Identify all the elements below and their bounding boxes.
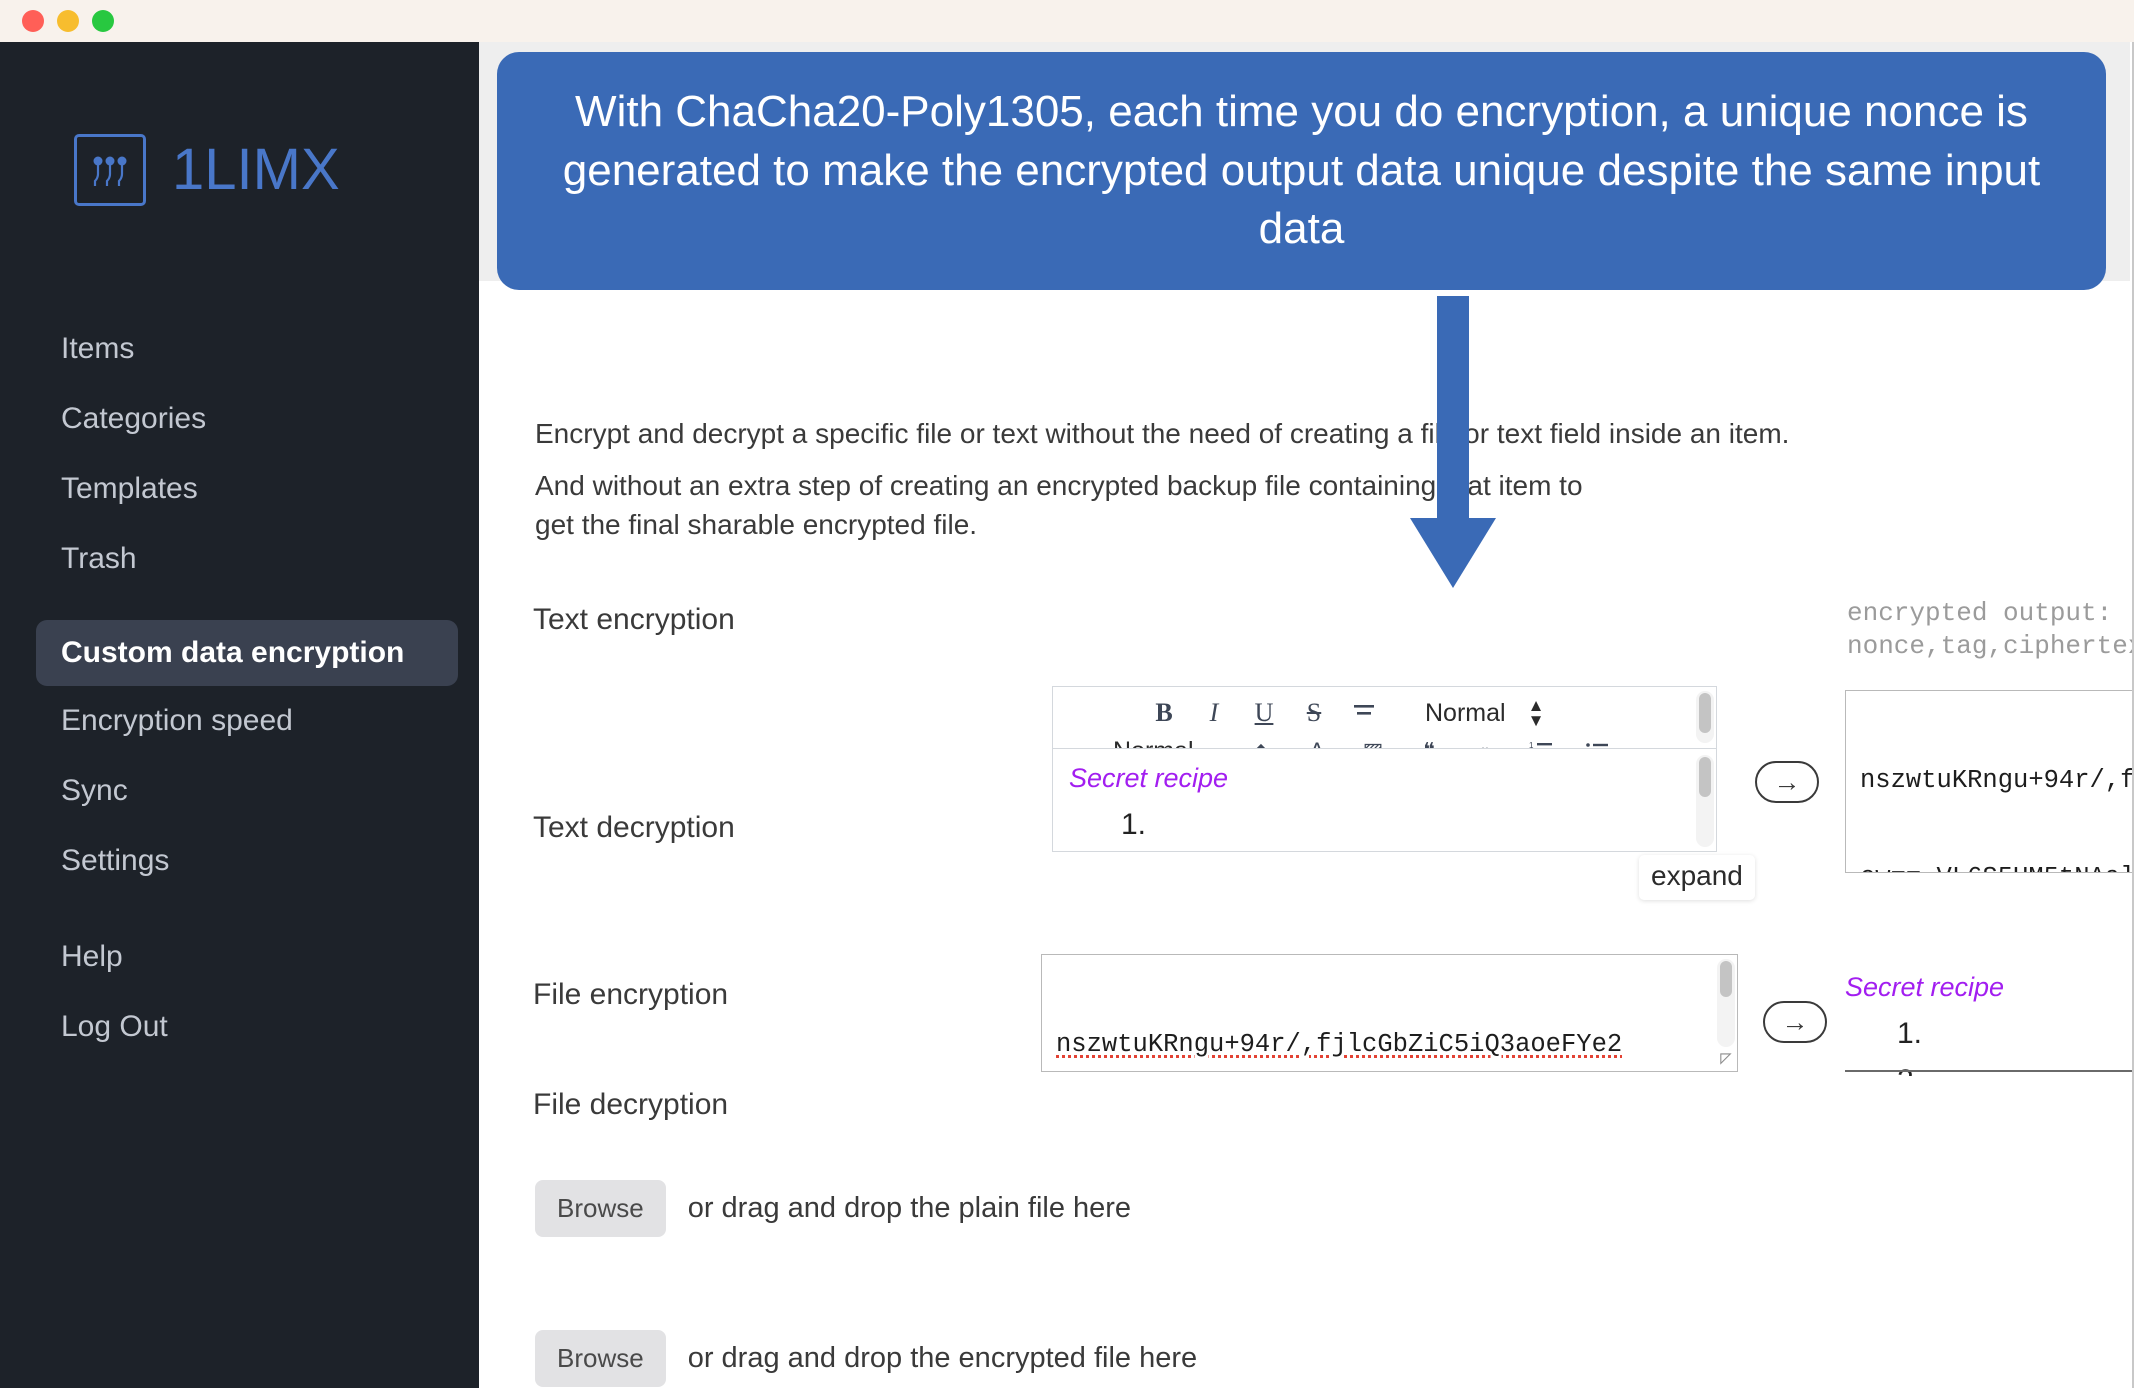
annotation-callout-banner: With ChaCha20-Poly1305, each time you do… <box>497 52 2106 290</box>
format-select-value: Normal <box>1425 698 1506 727</box>
sidebar-item-sync[interactable]: Sync <box>0 756 479 826</box>
decryption-output-divider <box>1845 1070 2132 1072</box>
bold-icon[interactable]: B <box>1139 700 1189 726</box>
ordered-list-icon[interactable]: 12 <box>1513 739 1569 749</box>
sidebar-item-label: Trash <box>61 542 137 575</box>
sidebar-item-trash[interactable]: Trash <box>0 524 479 594</box>
sidebar-item-label: Sync <box>61 774 128 807</box>
align-icon[interactable] <box>1339 700 1389 726</box>
circuit-square-icon <box>74 134 146 206</box>
resize-handle-icon[interactable]: ◹ <box>1716 1048 1736 1070</box>
file-decryption-hint: or drag and drop the encrypted file here <box>687 1342 1198 1374</box>
list-item: 2. <box>1897 1058 2132 1077</box>
sidebar-item-settings[interactable]: Settings <box>0 826 479 896</box>
sidebar-item-encryption-speed[interactable]: Encryption speed <box>0 686 479 756</box>
file-decryption-dropzone[interactable]: Browse or drag and drop the encrypted fi… <box>535 1330 1197 1387</box>
editor-content-scrollbar[interactable] <box>1696 755 1714 847</box>
decryption-output-title: Secret recipe <box>1845 972 2005 1002</box>
zoom-window-button[interactable] <box>92 10 114 32</box>
underline-icon[interactable]: U <box>1239 700 1289 726</box>
decryption-output-list: 1. 2. <box>1845 1011 2132 1077</box>
brand-name: 1LIMX <box>172 137 340 202</box>
text-encryption-editor[interactable]: B I U S Normal ▲▼ Normal ◆ A ▨ <box>1052 686 1717 852</box>
encrypt-arrow-button[interactable]: → <box>1755 761 1819 803</box>
sidebar-item-categories[interactable]: Categories <box>0 384 479 454</box>
chevron-updown-icon: ▲ ▼ <box>1527 695 1545 730</box>
sidebar-nav: Items Categories Templates Trash Custom … <box>0 314 479 1062</box>
sidebar-item-log-out[interactable]: Log Out <box>0 992 479 1062</box>
editor-content-list: 1. 2. <box>1069 802 1716 852</box>
format-select[interactable]: Normal ▲ ▼ <box>1425 695 1545 730</box>
blockquote-icon[interactable]: ❝ <box>1401 740 1457 749</box>
code-icon[interactable]: ‹› <box>1457 740 1513 749</box>
sidebar-item-help[interactable]: Help <box>0 922 479 992</box>
sidebar-item-label: Settings <box>61 844 170 877</box>
list-item: 1. <box>1121 808 1147 841</box>
color-fill-icon[interactable]: ◆ <box>1233 740 1289 749</box>
decryption-output-area[interactable]: Secret recipe 1. 2. <box>1845 972 2132 1077</box>
section-title-file-encryption: File encryption <box>533 978 729 1011</box>
bullet-list-icon[interactable] <box>1569 739 1625 748</box>
description-line-1: Encrypt and decrypt a specific file or t… <box>535 418 1790 449</box>
browse-encrypted-file-button[interactable]: Browse <box>535 1330 666 1387</box>
sidebar-item-templates[interactable]: Templates <box>0 454 479 524</box>
encrypted-output-textarea[interactable]: nszwtuKRngu+94r/,fjlcGbZiC5iQ3aoeFYe2 cw… <box>1845 690 2134 873</box>
format-label-secondary: Normal <box>1113 737 1233 749</box>
output-line: nszwtuKRngu+94r/,fjlcGbZiC5iQ3aoeFYe2 <box>1860 766 2134 796</box>
sidebar: 1LIMX Items Categories Templates Trash C… <box>0 42 479 1388</box>
browse-plain-file-button[interactable]: Browse <box>535 1180 666 1237</box>
svg-text:1: 1 <box>1529 741 1534 749</box>
decryption-input-scrollbar[interactable] <box>1717 959 1735 1047</box>
minimize-window-button[interactable] <box>57 10 79 32</box>
app-window: 1LIMX Items Categories Templates Trash C… <box>0 0 2134 1388</box>
sidebar-item-items[interactable]: Items <box>0 314 479 384</box>
strikethrough-icon[interactable]: S <box>1289 700 1339 726</box>
editor-toolbar: B I U S Normal ▲▼ Normal ◆ A ▨ <box>1053 687 1716 749</box>
editor-content-title: Secret recipe <box>1069 763 1229 793</box>
sidebar-item-custom-data-encryption[interactable]: Custom data encryption <box>36 620 458 686</box>
italic-icon[interactable]: I <box>1189 700 1239 726</box>
encrypted-output-placeholder: encrypted output: nonce,tag,ciphertext <box>1847 598 2134 662</box>
highlight-icon[interactable]: ▨ <box>1345 740 1401 749</box>
section-title-file-decryption: File decryption <box>533 1088 729 1121</box>
file-encryption-dropzone[interactable]: Browse or drag and drop the plain file h… <box>535 1180 1131 1237</box>
editor-toolbar-scrollbar[interactable] <box>1696 691 1714 743</box>
sidebar-item-label: Categories <box>61 402 207 435</box>
expand-encrypted-output-label[interactable]: expand <box>1639 855 1755 900</box>
sidebar-item-label: Help <box>61 940 123 973</box>
decrypt-arrow-button[interactable]: → <box>1763 1001 1827 1043</box>
close-window-button[interactable] <box>22 10 44 32</box>
annotation-down-arrow-icon <box>1398 296 1508 601</box>
section-title-text-decryption: Text decryption <box>533 811 735 844</box>
brand-logo: 1LIMX <box>74 134 340 206</box>
input-line: nszwtuKRngu+94r/,fjlcGbZiC5iQ3aoeFYe2 <box>1056 1030 1623 1060</box>
window-titlebar <box>0 0 2134 42</box>
sidebar-item-label: Log Out <box>61 1010 168 1043</box>
list-item: 1. <box>1897 1017 1923 1050</box>
list-item: 2. <box>1121 849 1716 852</box>
editor-content-area[interactable]: Secret recipe 1. 2. <box>1053 749 1716 852</box>
sidebar-item-label: Items <box>61 332 135 365</box>
editor-toolbar-row-2: Normal ◆ A ▨ ❝ ‹› 12 <box>1053 731 1716 749</box>
sidebar-item-label: Templates <box>61 472 198 505</box>
sidebar-item-label: Custom data encryption <box>61 636 405 669</box>
output-line: cw==,VL6S5UM5tNAalfgvfFIkkBKmDJ1HPEul <box>1860 862 2132 872</box>
file-encryption-hint: or drag and drop the plain file here <box>687 1192 1132 1224</box>
sidebar-item-label: Encryption speed <box>61 704 293 737</box>
section-title-text-encryption: Text encryption <box>533 603 735 636</box>
text-color-icon[interactable]: A <box>1289 740 1345 749</box>
decryption-input-textarea[interactable]: nszwtuKRngu+94r/,fjlcGbZiC5iQ3aoeFYe2 cw… <box>1041 954 1738 1072</box>
